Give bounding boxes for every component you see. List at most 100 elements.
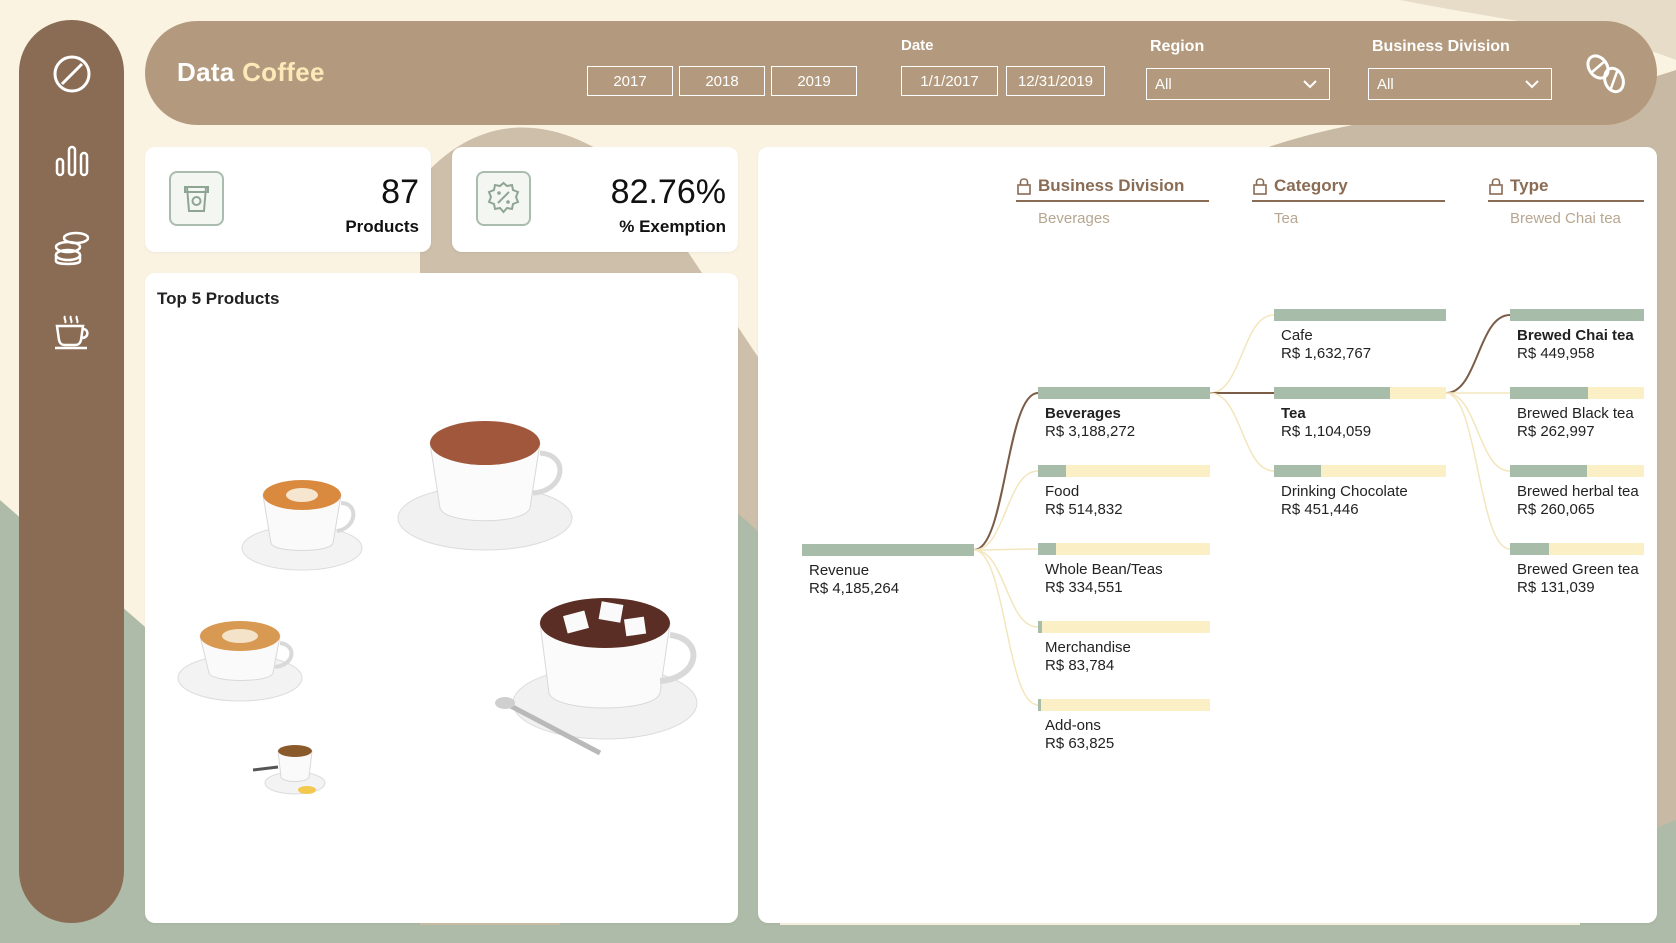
kpi-value: 82.76% — [610, 173, 726, 211]
node-value: R$ 514,832 — [1045, 501, 1123, 518]
bar-track — [1510, 543, 1644, 555]
node-label: Brewed Chai tea — [1517, 327, 1634, 344]
level-header-category[interactable]: Category Tea — [1252, 176, 1445, 227]
node-label: Tea — [1281, 405, 1306, 422]
tree-node-division[interactable]: Beverages R$ 3,188,272 — [1038, 387, 1210, 441]
coffee-bean-icon[interactable] — [51, 53, 93, 95]
node-value: R$ 131,039 — [1517, 579, 1595, 596]
bar-fill — [1510, 543, 1549, 555]
year-button-2019[interactable]: 2019 — [771, 66, 857, 96]
bar-fill — [1274, 465, 1322, 477]
tree-node-root[interactable]: Revenue R$ 4,185,264 — [802, 544, 974, 598]
bar-fill — [1038, 699, 1042, 711]
brand-title: Data Coffee — [177, 57, 325, 88]
lock-icon — [1253, 178, 1267, 195]
bar-fill — [1038, 621, 1043, 633]
kpi-card-products: 87 Products — [145, 147, 431, 252]
tree-node-type[interactable]: Brewed Black tea R$ 262,997 — [1510, 387, 1644, 441]
tree-node-type[interactable]: Brewed Chai tea R$ 449,958 — [1510, 309, 1644, 363]
product-image-cappuccino[interactable] — [241, 480, 363, 571]
node-label: Food — [1045, 483, 1080, 500]
node-value: R$ 449,958 — [1517, 345, 1595, 362]
region-dropdown[interactable]: All — [1146, 68, 1330, 100]
product-images — [177, 421, 698, 795]
bar-track — [1274, 387, 1446, 399]
product-image-latte[interactable] — [177, 621, 303, 702]
sidebar-nav — [19, 20, 124, 923]
bar-track — [1510, 465, 1644, 477]
bar-fill — [1510, 465, 1588, 477]
bar-fill — [1274, 387, 1391, 399]
bar-track — [1038, 543, 1210, 555]
division-dropdown[interactable]: All — [1368, 68, 1552, 100]
bar-fill — [1510, 387, 1589, 399]
tree-node-category[interactable]: Tea R$ 1,104,059 — [1274, 387, 1446, 441]
brand-part1: Data — [177, 57, 235, 87]
node-value: R$ 1,632,767 — [1281, 345, 1372, 362]
tree-node-type[interactable]: Brewed Green tea R$ 131,039 — [1510, 543, 1644, 597]
bar-track — [1038, 699, 1210, 711]
tree-node-division[interactable]: Add-ons R$ 63,825 — [1038, 699, 1210, 753]
coffee-beans-icon — [1586, 54, 1625, 94]
bar-fill — [802, 544, 974, 556]
tree-node-category[interactable]: Cafe R$ 1,632,767 — [1274, 309, 1446, 363]
bar-track — [1038, 621, 1210, 633]
cup-icon — [169, 171, 224, 226]
node-value: R$ 83,784 — [1045, 657, 1115, 674]
division-value: All — [1377, 76, 1394, 93]
node-label: Brewed Green tea — [1517, 561, 1639, 578]
bar-track — [1038, 465, 1210, 477]
node-label: Brewed Black tea — [1517, 405, 1634, 422]
decomposition-tree-panel — [758, 147, 1657, 923]
node-value: R$ 334,551 — [1045, 579, 1123, 596]
node-label: Beverages — [1045, 405, 1121, 422]
bar-fill — [1038, 465, 1066, 477]
node-value: R$ 3,188,272 — [1045, 423, 1136, 440]
year-button-2018[interactable]: 2018 — [679, 66, 765, 96]
tree-node-category[interactable]: Drinking Chocolate R$ 451,446 — [1274, 465, 1446, 519]
tree-node-division[interactable]: Merchandise R$ 83,784 — [1038, 621, 1210, 675]
level-title: Category — [1274, 176, 1348, 195]
node-label: Add-ons — [1045, 717, 1101, 734]
product-image-chocolate-marshmallow[interactable] — [495, 598, 698, 756]
kpi-value: 87 — [381, 173, 419, 211]
product-image-tea[interactable] — [252, 745, 326, 795]
bar-fill — [1038, 543, 1057, 555]
header-bar: Data Coffee 2017 2018 2019 Date 1/1/2017… — [145, 21, 1657, 125]
node-label: Revenue — [809, 562, 870, 579]
year-button-2017[interactable]: 2017 — [587, 66, 673, 96]
level-header-type[interactable]: Type Brewed Chai tea — [1488, 176, 1644, 227]
node-label: Merchandise — [1045, 639, 1131, 656]
coffee-cup-icon[interactable] — [51, 310, 93, 352]
node-label: Brewed herbal tea — [1517, 483, 1639, 500]
kpi-label: % Exemption — [619, 217, 726, 236]
bar-chart-icon[interactable] — [51, 139, 93, 181]
coins-icon[interactable] — [51, 225, 93, 267]
level-title: Type — [1510, 176, 1549, 195]
chevron-down-icon — [1303, 80, 1317, 89]
node-value: R$ 4,185,264 — [809, 580, 900, 597]
date-end-input[interactable]: 12/31/2019 — [1006, 66, 1105, 96]
bar-fill — [1274, 309, 1446, 321]
node-value: R$ 451,446 — [1281, 501, 1359, 518]
tree-node-type[interactable]: Brewed herbal tea R$ 260,065 — [1510, 465, 1644, 519]
bar-fill — [1510, 309, 1644, 321]
kpi-card-exemption: 82.76% % Exemption — [452, 147, 738, 252]
node-value: R$ 260,065 — [1517, 501, 1595, 518]
bar-track — [1510, 309, 1644, 321]
node-value: R$ 262,997 — [1517, 423, 1595, 440]
level-selection: Tea — [1274, 210, 1299, 227]
level-selection: Beverages — [1038, 210, 1110, 227]
level-title: Business Division — [1038, 176, 1185, 195]
region-value: All — [1155, 76, 1172, 93]
node-label: Drinking Chocolate — [1281, 483, 1408, 500]
date-start-input[interactable]: 1/1/2017 — [901, 66, 998, 96]
bar-track — [802, 544, 974, 556]
lock-icon — [1017, 178, 1031, 195]
product-image-hot-chocolate[interactable] — [397, 421, 573, 551]
tree-node-division[interactable]: Food R$ 514,832 — [1038, 465, 1210, 519]
tree-node-division[interactable]: Whole Bean/Teas R$ 334,551 — [1038, 543, 1210, 597]
kpi-label: Products — [345, 217, 419, 236]
level-header-business-division[interactable]: Business Division Beverages — [1016, 176, 1209, 227]
node-label: Whole Bean/Teas — [1045, 561, 1163, 578]
